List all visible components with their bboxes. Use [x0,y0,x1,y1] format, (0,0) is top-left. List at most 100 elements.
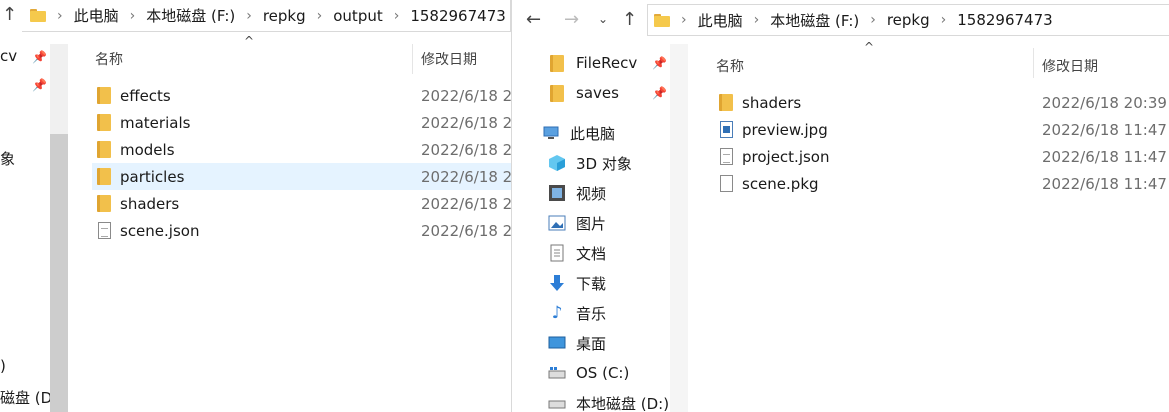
music-icon: ♪ [551,303,563,323]
folder-icon [97,87,111,104]
file-name: effects [120,86,171,105]
breadcrumb-item[interactable]: 1582967473 [951,11,1058,29]
documents-icon [548,244,566,262]
breadcrumb-item[interactable]: repkg [257,7,312,25]
file-name: shaders [742,93,802,112]
sort-ascending-icon: ^ [864,40,875,54]
address-bar[interactable]: › 此电脑 › 本地磁盘 (F:) › repkg › output › 158… [22,0,511,32]
column-divider[interactable] [1033,48,1034,78]
nav-item-partial[interactable]: ) [0,357,6,375]
chevron-right-icon: › [246,7,252,24]
nav-item-label: 视频 [576,184,607,203]
column-header-date[interactable]: 修改日期 [1042,56,1098,76]
folder-icon [97,141,111,158]
pin-icon[interactable]: 📌 [652,56,667,70]
forward-arrow-icon[interactable]: → [564,9,579,30]
nav-item-music[interactable]: ♪ 音乐 [548,298,606,328]
nav-item-label: OS (C:) [576,364,630,382]
nav-item-documents[interactable]: 文档 [548,238,606,268]
column-divider[interactable] [412,44,413,74]
folder-icon [719,94,733,111]
nav-item-desktop[interactable]: 桌面 [548,328,606,358]
nav-item-label: 文档 [576,244,607,263]
breadcrumb-item[interactable]: 1582967473 [404,7,511,25]
file-name: scene.json [120,221,200,240]
nav-scrollbar[interactable] [670,44,688,412]
file-date: 2022/6/18 20 [421,195,511,213]
file-name: preview.jpg [742,120,828,139]
breadcrumb-item[interactable]: 此电脑 [68,5,125,26]
folder-icon [97,168,111,185]
column-header-name[interactable]: 名称 [95,49,123,69]
column-header-name[interactable]: 名称 [716,56,744,76]
sort-ascending-icon: ^ [244,34,255,48]
up-arrow-icon[interactable]: ↑ [622,9,637,30]
file-name: materials [120,113,191,132]
file-date: 2022/6/18 20 [421,222,511,240]
nav-item-partial[interactable]: cv [0,47,17,65]
scrollbar-thumb[interactable] [50,134,68,412]
pictures-icon [548,214,566,232]
nav-item-label: 图片 [576,214,607,233]
file-name: particles [120,167,185,186]
file-name: scene.pkg [742,174,819,193]
chevron-right-icon: › [316,7,323,24]
folder-icon [30,9,46,22]
explorer-window-right: ← → ⌄ ↑ › 此电脑 › 本地磁盘 (F:) › repkg › 1582… [511,0,1169,412]
nav-item-saves[interactable]: saves [548,78,619,108]
back-arrow-icon[interactable]: ← [526,9,541,30]
3d-objects-icon [548,154,566,172]
nav-item-label: 本地磁盘 (D:) [576,394,670,412]
nav-item-downloads[interactable]: 下载 [548,268,606,298]
file-date: 2022/6/18 11:47 [1042,175,1167,193]
nav-item-this-pc[interactable]: 此电脑 [542,118,615,148]
nav-item-drive-d[interactable]: 本地磁盘 (D:) [548,388,669,412]
nav-item-3d-objects[interactable]: 3D 对象 [548,148,632,178]
breadcrumb-item[interactable]: output [327,7,388,25]
file-date: 2022/6/18 20 [421,168,511,186]
pin-icon[interactable]: 📌 [652,86,667,100]
nav-item-label: 音乐 [576,304,607,323]
file-name: project.json [742,147,830,166]
breadcrumb-item[interactable]: 本地磁盘 (F:) [764,10,865,31]
address-bar[interactable]: › 此电脑 › 本地磁盘 (F:) › repkg › 1582967473 [647,4,1169,36]
nav-item-label: 3D 对象 [576,154,632,173]
pin-icon[interactable]: 📌 [32,78,47,92]
breadcrumb-item[interactable]: repkg [881,11,936,29]
file-date: 2022/6/18 20 [421,141,511,159]
download-icon [548,274,566,292]
drive-c-icon [548,364,566,382]
nav-item-video[interactable]: 视频 [548,178,606,208]
desktop-icon [548,334,566,352]
chevron-right-icon: › [870,12,876,28]
folder-icon [550,54,564,72]
nav-item-filerecv[interactable]: FileRecv [548,48,637,78]
file-date: 2022/6/18 20:39 [1042,94,1167,112]
nav-item-drive-c[interactable]: OS (C:) [548,358,629,388]
nav-item-label: saves [576,84,619,102]
up-arrow-icon[interactable]: ↑ [2,4,17,25]
breadcrumb-item[interactable]: 此电脑 [692,10,749,31]
file-name: shaders [120,194,180,213]
breadcrumb-item[interactable]: 本地磁盘 (F:) [140,5,241,26]
file-date: 2022/6/18 11:47 [1042,148,1167,166]
video-icon [548,184,566,202]
json-file-icon [97,222,111,239]
chevron-right-icon: › [940,12,947,28]
computer-icon [542,124,560,142]
pin-icon[interactable]: 📌 [32,50,47,64]
nav-item-partial[interactable]: 象 [0,148,15,169]
nav-scrollbar[interactable] [50,44,68,412]
nav-item-pictures[interactable]: 图片 [548,208,606,238]
chevron-down-icon[interactable]: ⌄ [598,12,608,26]
drive-d-icon [548,394,566,412]
column-header-date[interactable]: 修改日期 [421,49,477,69]
file-date: 2022/6/18 11:47 [1042,121,1167,139]
folder-icon [550,84,564,102]
nav-item-label: FileRecv [576,54,638,72]
json-file-icon [719,148,733,165]
file-date: 2022/6/18 20 [421,114,511,132]
folder-icon [654,13,670,27]
chevron-right-icon: › [393,7,400,24]
chevron-right-icon: › [753,12,760,28]
